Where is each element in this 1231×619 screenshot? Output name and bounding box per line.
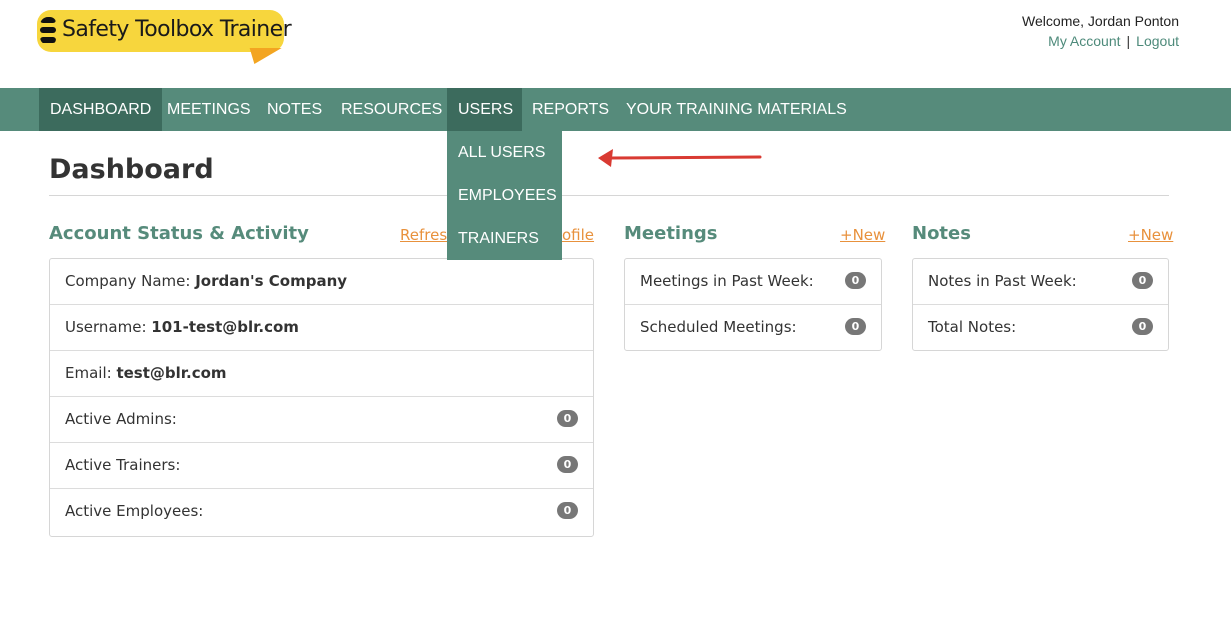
main-nav: DASHBOARD MEETINGS NOTES RESOURCES USERS…: [0, 88, 1231, 131]
refresh-link[interactable]: Refres: [400, 226, 447, 244]
active-employees-label: Active Employees:: [65, 502, 204, 520]
username-row: Username: 101-test@blr.com: [50, 305, 593, 351]
logo-stripes-icon: [40, 17, 56, 45]
page-title: Dashboard: [49, 154, 214, 185]
logout-link[interactable]: Logout: [1136, 33, 1179, 49]
meetings-heading: Meetings: [624, 223, 718, 244]
users-dropdown-menu: ALL USERS EMPLOYEES TRAINERS: [447, 131, 562, 260]
scheduled-meetings-badge: 0: [845, 318, 866, 335]
scheduled-meetings-row: Scheduled Meetings: 0: [625, 305, 881, 351]
nav-reports[interactable]: REPORTS: [521, 88, 620, 131]
total-notes-row: Total Notes: 0: [913, 305, 1168, 351]
welcome-text: Welcome, Jordan Ponton: [1022, 13, 1179, 29]
notes-heading: Notes: [912, 223, 971, 244]
notes-new-link[interactable]: +New: [1128, 226, 1173, 244]
nav-meetings[interactable]: MEETINGS: [156, 88, 262, 131]
active-admins-label: Active Admins:: [65, 410, 177, 428]
profile-link[interactable]: ofile: [562, 226, 594, 244]
active-admins-badge: 0: [557, 410, 578, 427]
email-row: Email: test@blr.com: [50, 351, 593, 397]
company-name-value: Jordan's Company: [195, 272, 348, 290]
notes-past-week-badge: 0: [1132, 272, 1153, 289]
account-status-heading: Account Status & Activity: [49, 223, 309, 244]
active-trainers-label: Active Trainers:: [65, 456, 181, 474]
dropdown-trainers[interactable]: TRAINERS: [447, 217, 562, 260]
title-divider: [49, 195, 1169, 196]
notes-panel: Notes in Past Week: 0 Total Notes: 0: [912, 258, 1169, 351]
nav-dashboard[interactable]: DASHBOARD: [39, 88, 163, 131]
nav-resources[interactable]: RESOURCES: [330, 88, 453, 131]
total-notes-label: Total Notes:: [928, 318, 1017, 336]
email-value: test@blr.com: [116, 364, 227, 382]
meetings-panel: Meetings in Past Week: 0 Scheduled Meetin…: [624, 258, 882, 351]
active-admins-row: Active Admins: 0: [50, 397, 593, 443]
dropdown-employees[interactable]: EMPLOYEES: [447, 174, 562, 217]
total-notes-badge: 0: [1132, 318, 1153, 335]
my-account-link[interactable]: My Account: [1048, 33, 1120, 49]
account-links: My Account | Logout: [1048, 33, 1179, 49]
dropdown-all-users[interactable]: ALL USERS: [447, 131, 562, 174]
meetings-new-link[interactable]: +New: [840, 226, 885, 244]
company-name-label: Company Name:: [65, 272, 196, 290]
logo[interactable]: Safety Toolbox Trainer: [37, 10, 292, 66]
link-separator: |: [1126, 33, 1131, 49]
meetings-past-week-label: Meetings in Past Week:: [640, 272, 814, 290]
meetings-past-week-row: Meetings in Past Week: 0: [625, 259, 881, 305]
account-status-panel: Company Name: Jordan's Company Username:…: [49, 258, 594, 537]
username-value: 101-test@blr.com: [151, 318, 299, 336]
red-arrow-annotation: [598, 149, 762, 167]
company-name-row: Company Name: Jordan's Company: [50, 259, 593, 305]
meetings-past-week-badge: 0: [845, 272, 866, 289]
notes-past-week-label: Notes in Past Week:: [928, 272, 1077, 290]
logo-text: Safety Toolbox Trainer: [62, 17, 292, 42]
active-trainers-row: Active Trainers: 0: [50, 443, 593, 489]
nav-users[interactable]: USERS: [447, 88, 522, 131]
active-employees-row: Active Employees: 0: [50, 489, 593, 535]
notes-past-week-row: Notes in Past Week: 0: [913, 259, 1168, 305]
active-trainers-badge: 0: [557, 456, 578, 473]
username-label: Username:: [65, 318, 152, 336]
email-label: Email:: [65, 364, 117, 382]
nav-your-training-materials[interactable]: YOUR TRAINING MATERIALS: [615, 88, 858, 131]
active-employees-badge: 0: [557, 502, 578, 519]
nav-notes[interactable]: NOTES: [256, 88, 333, 131]
scheduled-meetings-label: Scheduled Meetings:: [640, 318, 797, 336]
